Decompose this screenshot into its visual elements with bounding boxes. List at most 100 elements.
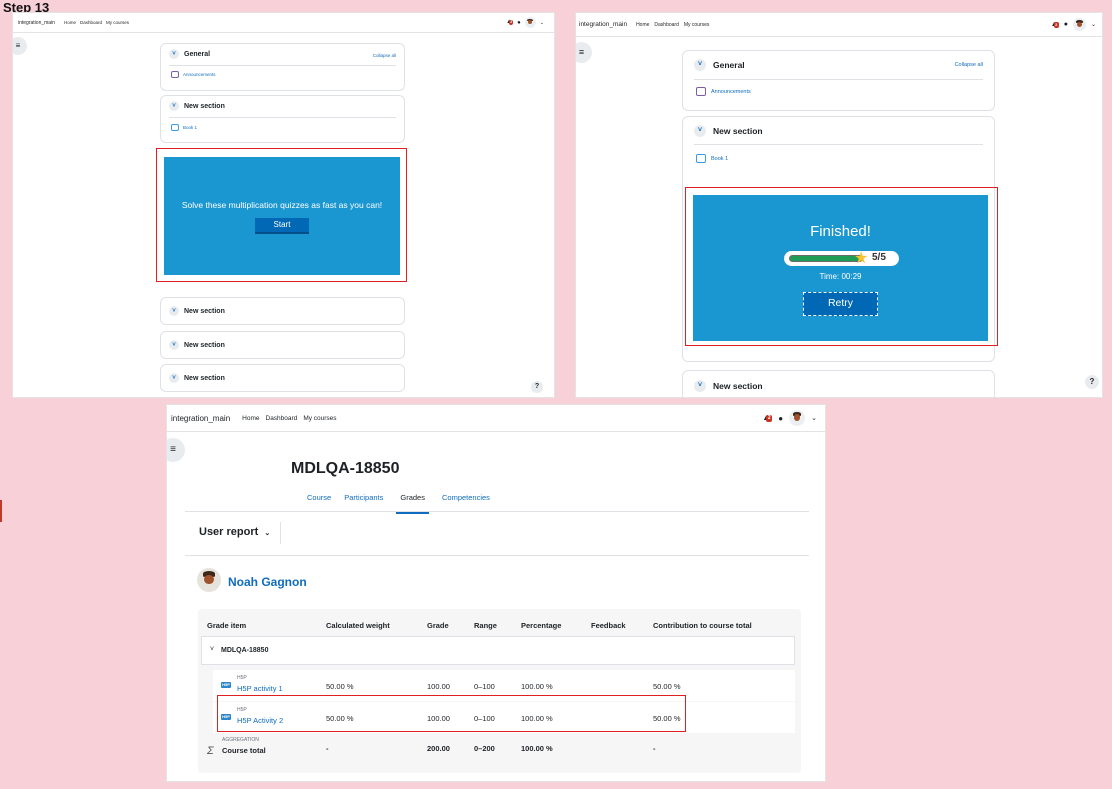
nav-dashboard[interactable]: Dashboard bbox=[654, 22, 678, 28]
course-title: MDLQA-18850 bbox=[291, 460, 400, 477]
total-range: 0–200 bbox=[474, 744, 495, 753]
col-grade: Grade bbox=[427, 621, 449, 630]
section-new-2: ˅ New section bbox=[682, 370, 995, 397]
question-icon[interactable]: ? bbox=[1085, 375, 1099, 389]
col-percentage: Percentage bbox=[521, 621, 562, 630]
bell-icon[interactable]: ▲2 bbox=[762, 413, 773, 423]
total-weight: - bbox=[326, 744, 329, 753]
hamburger-icon[interactable]: ≡ bbox=[576, 42, 592, 63]
section-title: New section bbox=[713, 126, 763, 136]
forum-icon bbox=[696, 87, 706, 96]
report-title: User report bbox=[199, 526, 259, 538]
book-link[interactable]: Book 1 bbox=[171, 124, 197, 131]
collapse-all-link[interactable]: Collapse all bbox=[955, 62, 983, 68]
nav-dashboard[interactable]: Dashboard bbox=[266, 415, 298, 422]
site-name[interactable]: integration_main bbox=[579, 21, 627, 28]
section-new-3: ˅ New section bbox=[160, 331, 405, 359]
hamburger-icon[interactable]: ≡ bbox=[13, 37, 27, 55]
chevron-down-icon[interactable]: ˅ bbox=[169, 373, 179, 383]
section-title: General bbox=[184, 50, 211, 58]
screenshot-start: integration_main Home Dashboard My cours… bbox=[12, 12, 555, 398]
site-name[interactable]: integration_main bbox=[171, 414, 230, 423]
avatar[interactable] bbox=[789, 410, 806, 426]
highlight-box bbox=[685, 187, 998, 346]
section-title: New section bbox=[184, 102, 225, 110]
total-percentage: 100.00 % bbox=[521, 744, 553, 753]
avatar[interactable] bbox=[1072, 18, 1086, 31]
book-link[interactable]: Book 1 bbox=[696, 154, 728, 163]
col-weight: Calculated weight bbox=[326, 621, 390, 630]
question-icon[interactable]: ? bbox=[531, 381, 543, 393]
nav-home[interactable]: Home bbox=[64, 20, 76, 25]
h5p-icon: H5P bbox=[221, 682, 231, 688]
avatar[interactable] bbox=[524, 17, 536, 28]
highlight-box bbox=[156, 148, 407, 282]
notification-badge: 2 bbox=[509, 20, 514, 25]
chat-icon[interactable]: ● bbox=[517, 20, 521, 26]
total-contribution: - bbox=[653, 744, 656, 753]
nav-my-courses[interactable]: My courses bbox=[106, 20, 129, 25]
section-general: ˅ General Collapse all Announcements bbox=[160, 43, 405, 91]
nav-my-courses[interactable]: My courses bbox=[303, 415, 336, 422]
collapse-all-link[interactable]: Collapse all bbox=[373, 53, 396, 58]
item-grade: 100.00 bbox=[427, 682, 450, 691]
highlight-box bbox=[217, 695, 686, 732]
item-name[interactable]: H5P activity 1 bbox=[237, 684, 283, 693]
notification-badge: 2 bbox=[766, 415, 773, 422]
announcements-link[interactable]: Announcements bbox=[696, 87, 751, 96]
total-grade: 200.00 bbox=[427, 744, 450, 753]
col-range: Range bbox=[474, 621, 497, 630]
nav-my-courses[interactable]: My courses bbox=[684, 22, 710, 28]
chevron-down-icon[interactable]: ˅ bbox=[694, 59, 706, 71]
book-icon bbox=[171, 124, 179, 131]
bell-icon[interactable]: ▲2 bbox=[506, 19, 514, 26]
top-navbar: integration_main Home Dashboard My cours… bbox=[576, 13, 1102, 37]
total-type: AGGREGATION bbox=[222, 737, 259, 743]
screenshot-finished: integration_main Home Dashboard My cours… bbox=[575, 12, 1103, 398]
site-name[interactable]: integration_main bbox=[18, 20, 55, 26]
item-contribution: 50.00 % bbox=[653, 682, 681, 691]
section-title: New section bbox=[184, 307, 225, 315]
chevron-down-icon[interactable]: ⌄ bbox=[1091, 21, 1096, 28]
chevron-down-icon[interactable]: ˅ bbox=[694, 380, 706, 392]
chevron-down-icon[interactable]: ˅ bbox=[169, 340, 179, 350]
section-new-1: ˅ New section Book 1 bbox=[160, 95, 405, 143]
chevron-down-icon[interactable]: ⌄ bbox=[540, 20, 544, 26]
chat-icon[interactable]: ● bbox=[778, 414, 783, 423]
screenshot-grades: integration_main Home Dashboard My cours… bbox=[166, 404, 826, 782]
nav-home[interactable]: Home bbox=[242, 415, 259, 422]
chevron-down-icon[interactable]: ˅ bbox=[210, 646, 214, 653]
chevron-down-icon[interactable]: ˅ bbox=[694, 125, 706, 137]
section-title: New section bbox=[184, 341, 225, 349]
item-type: H5P bbox=[237, 675, 247, 681]
section-new-4: ˅ New section bbox=[160, 364, 405, 392]
grade-table: Grade item Calculated weight Grade Range… bbox=[198, 609, 801, 773]
chevron-down-icon[interactable]: ˅ bbox=[169, 101, 179, 111]
nav-dashboard[interactable]: Dashboard bbox=[80, 20, 102, 25]
notification-badge: 2 bbox=[1053, 21, 1059, 28]
chat-icon[interactable]: ● bbox=[1064, 21, 1068, 28]
bell-icon[interactable]: ▲2 bbox=[1051, 21, 1059, 29]
col-contribution: Contribution to course total bbox=[653, 621, 752, 630]
user-name[interactable]: Noah Gagnon bbox=[228, 575, 307, 589]
chevron-down-icon: ⌄ bbox=[264, 530, 271, 537]
announcements-link[interactable]: Announcements bbox=[171, 71, 216, 78]
total-name: Course total bbox=[222, 746, 266, 755]
user-avatar bbox=[197, 568, 221, 592]
chevron-down-icon[interactable]: ⌄ bbox=[811, 414, 817, 422]
category-name: MDLQA-18850 bbox=[221, 647, 269, 654]
course-total-row: Σ AGGREGATION Course total - 200.00 0–20… bbox=[201, 735, 795, 767]
section-new-2: ˅ New section bbox=[160, 297, 405, 325]
top-navbar: integration_main Home Dashboard My cours… bbox=[13, 13, 554, 33]
hamburger-icon[interactable]: ≡ bbox=[167, 438, 185, 462]
sigma-icon: Σ bbox=[207, 745, 214, 757]
chevron-down-icon[interactable]: ˅ bbox=[169, 306, 179, 316]
item-weight: 50.00 % bbox=[326, 682, 354, 691]
chevron-down-icon[interactable]: ˅ bbox=[169, 49, 179, 59]
report-selector[interactable]: User report ⌄ bbox=[199, 526, 270, 538]
top-navbar: integration_main Home Dashboard My cours… bbox=[167, 405, 825, 432]
category-row: ˅ MDLQA-18850 bbox=[201, 636, 795, 665]
item-range: 0–100 bbox=[474, 682, 495, 691]
nav-home[interactable]: Home bbox=[636, 22, 649, 28]
book-icon bbox=[696, 154, 706, 163]
